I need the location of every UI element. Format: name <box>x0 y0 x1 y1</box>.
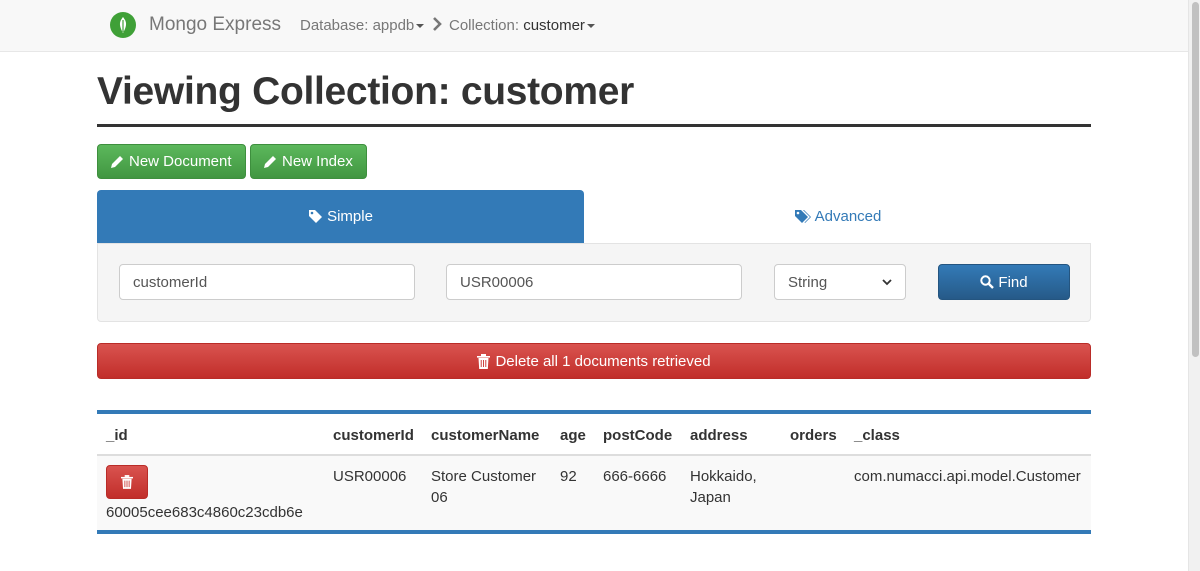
new-index-button[interactable]: New Index <box>250 144 367 179</box>
column-header-customername: customerName <box>431 427 540 444</box>
trash-icon <box>477 353 491 369</box>
navbar: Mongo Express Database: appdb Collection… <box>0 0 1188 52</box>
pencil-icon <box>111 155 123 168</box>
cell-customerid[interactable]: USR00006 <box>333 466 406 487</box>
cell-postcode[interactable]: 666-6666 <box>603 466 666 487</box>
collection-label: Collection: <box>449 17 520 34</box>
tags-icon <box>794 210 811 223</box>
cell-address-line1: Hokkaido, <box>690 468 757 485</box>
database-label: Database: <box>300 17 369 34</box>
tab-advanced-label: Advanced <box>814 208 882 225</box>
scrollbar-thumb[interactable] <box>1192 2 1199 357</box>
column-header-orders: orders <box>790 427 837 444</box>
trash-icon <box>121 475 133 489</box>
search-type-value: String <box>788 273 828 291</box>
delete-all-label: Delete all 1 documents retrieved <box>495 352 711 370</box>
pencil-icon <box>264 155 276 168</box>
column-header-postcode: postCode <box>603 427 673 444</box>
caret-down-icon <box>416 24 425 29</box>
cell-customername[interactable]: Store Customer 06 <box>431 466 536 508</box>
title-divider <box>97 124 1091 127</box>
cell-address[interactable]: Hokkaido, Japan <box>690 466 757 508</box>
cell-age[interactable]: 92 <box>560 466 577 487</box>
vertical-scrollbar[interactable] <box>1188 0 1200 571</box>
cell-customername-line1: Store Customer <box>431 468 537 485</box>
column-header-customerid: customerId <box>333 427 414 444</box>
tag-icon <box>309 210 323 223</box>
collection-value: customer <box>523 17 585 34</box>
chevron-down-icon <box>882 278 892 285</box>
delete-all-button[interactable]: Delete all 1 documents retrieved <box>97 343 1091 379</box>
cell-class[interactable]: com.numacci.api.model.Customer <box>854 466 1081 487</box>
column-header-age: age <box>560 427 586 444</box>
column-header-id: _id <box>106 427 128 444</box>
column-header-address: address <box>690 427 748 444</box>
search-icon <box>980 275 995 289</box>
database-value: appdb <box>372 17 415 34</box>
cell-id[interactable]: 60005cee683c4860c23cdb6e <box>106 502 303 523</box>
cell-customername-line2: 06 <box>431 489 448 506</box>
tab-simple[interactable]: Simple <box>97 190 584 243</box>
find-label: Find <box>998 273 1028 291</box>
brand-title[interactable]: Mongo Express <box>149 14 281 36</box>
new-document-button[interactable]: New Document <box>97 144 246 179</box>
find-button[interactable]: Find <box>938 264 1070 300</box>
tab-simple-label: Simple <box>327 208 373 225</box>
chevron-right-icon <box>432 17 442 36</box>
delete-document-button[interactable] <box>106 465 148 499</box>
column-header-class: _class <box>854 427 900 444</box>
tab-advanced[interactable]: Advanced <box>584 190 1091 243</box>
caret-down-icon <box>586 24 595 29</box>
collection-dropdown[interactable]: Collection: customer <box>449 17 595 34</box>
mongodb-leaf-icon[interactable] <box>110 12 136 38</box>
database-dropdown[interactable]: Database: appdb <box>300 17 425 34</box>
table-bottom-border <box>97 530 1091 534</box>
new-document-label: New Document <box>129 153 232 170</box>
simple-search-panel: customerId USR00006 String Find <box>97 243 1091 322</box>
cell-address-line2: Japan <box>690 489 731 506</box>
new-index-label: New Index <box>282 153 353 170</box>
page-title: Viewing Collection: customer <box>97 70 634 113</box>
table-top-border <box>97 410 1091 414</box>
search-type-select[interactable]: String <box>774 264 906 300</box>
search-key-input[interactable]: customerId <box>119 264 415 300</box>
search-value-input[interactable]: USR00006 <box>446 264 742 300</box>
